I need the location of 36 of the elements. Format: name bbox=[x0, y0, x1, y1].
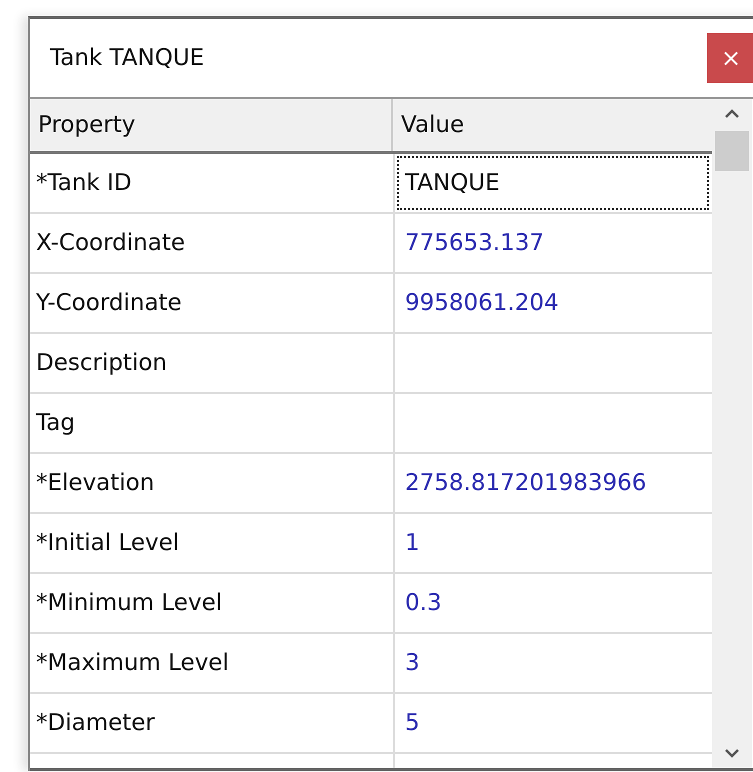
property-name: Tag bbox=[36, 410, 75, 436]
column-header[interactable]: Value bbox=[393, 99, 712, 151]
property-name: *Initial Level bbox=[36, 530, 180, 556]
table-row[interactable]: *Tank ID TANQUE bbox=[30, 154, 712, 214]
property-value[interactable]: 9958061.204 bbox=[397, 276, 709, 330]
property-value[interactable]: 775653.137 bbox=[397, 216, 709, 270]
property-value[interactable]: 5 bbox=[397, 696, 709, 750]
table-row[interactable]: Y-Coordinate 9958061.204 bbox=[30, 274, 712, 334]
property-value[interactable]: 1 bbox=[397, 516, 709, 570]
property-name: Description bbox=[36, 350, 167, 376]
table-row[interactable]: Description bbox=[30, 334, 712, 394]
property-name: *Tank ID bbox=[36, 170, 132, 196]
table-row[interactable]: *Minimum Level 0.3 bbox=[30, 574, 712, 634]
column-header[interactable]: Property bbox=[30, 99, 393, 151]
property-name: *Maximum Level bbox=[36, 650, 229, 676]
property-value[interactable]: 0.3 bbox=[397, 576, 709, 630]
property-name: Y-Coordinate bbox=[36, 290, 182, 316]
property-name: *Diameter bbox=[36, 710, 155, 736]
table-row[interactable]: *Elevation 2758.817201983966 bbox=[30, 454, 712, 514]
scrollbar[interactable] bbox=[712, 99, 752, 768]
table-row[interactable]: Tag bbox=[30, 394, 712, 454]
scroll-up-icon[interactable] bbox=[724, 109, 740, 119]
scroll-down-icon[interactable] bbox=[724, 748, 740, 758]
property-name: X-Coordinate bbox=[36, 230, 185, 256]
property-name: *Minimum Level bbox=[36, 590, 222, 616]
close-button[interactable]: × bbox=[707, 33, 753, 83]
table-row[interactable]: *Diameter 5 bbox=[30, 694, 712, 754]
table-row[interactable]: *Maximum Level 3 bbox=[30, 634, 712, 694]
table-row[interactable]: X-Coordinate 775653.137 bbox=[30, 214, 712, 274]
scrollbar-thumb[interactable] bbox=[715, 131, 749, 171]
property-value[interactable]: 2758.817201983966 bbox=[397, 456, 709, 510]
property-value[interactable]: 3 bbox=[397, 636, 709, 690]
property-name: *Elevation bbox=[36, 470, 154, 496]
property-value[interactable]: TANQUE bbox=[397, 156, 709, 210]
window-title: Tank TANQUE bbox=[50, 45, 204, 71]
table-row[interactable]: *Initial Level 1 bbox=[30, 514, 712, 574]
